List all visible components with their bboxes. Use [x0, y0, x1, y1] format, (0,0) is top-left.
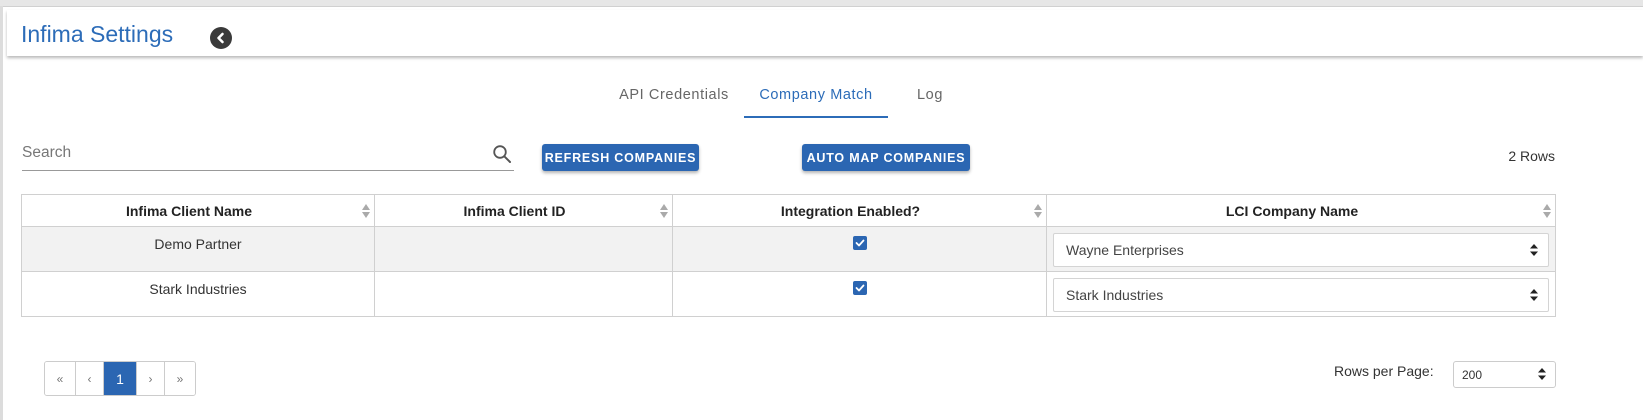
- left-border: [0, 6, 3, 420]
- tab-bar: API Credentials Company Match Log: [0, 82, 1643, 118]
- integration-enabled-cell: [672, 226, 1047, 272]
- back-icon[interactable]: [210, 27, 232, 49]
- column-header-client-name[interactable]: Infima Client Name: [21, 194, 375, 227]
- sort-icon[interactable]: [362, 204, 370, 218]
- page-header: Infima Settings: [7, 10, 1643, 56]
- column-header-label: LCI Company Name: [1225, 202, 1359, 219]
- client-name: Stark Industries: [149, 281, 247, 297]
- tab-log[interactable]: Log: [898, 82, 962, 116]
- table-header-row: Infima Client Name Infima Client ID Inte…: [21, 194, 1556, 227]
- rows-per-page-label: Rows per Page:: [1334, 363, 1434, 379]
- column-header-label: Infima Client Name: [125, 202, 253, 219]
- column-header-label: Integration Enabled?: [780, 202, 921, 219]
- integration-enabled-checkbox[interactable]: [852, 281, 867, 295]
- page-title: Infima Settings: [21, 21, 174, 47]
- lci-company-select[interactable]: Stark Industries: [1053, 278, 1549, 312]
- lci-company-select[interactable]: Wayne Enterprises: [1053, 233, 1549, 267]
- lci-company-cell: Wayne Enterprises: [1046, 226, 1556, 272]
- integration-enabled-checkbox[interactable]: [852, 236, 867, 250]
- client-id-cell: [374, 271, 673, 317]
- lci-company-selected: Stark Industries: [1066, 287, 1164, 303]
- rows-per-page-value: 200: [1462, 368, 1483, 382]
- rows-per-page-select[interactable]: 200: [1453, 361, 1556, 388]
- lci-company-cell: Stark Industries: [1046, 271, 1556, 317]
- column-header-integration-enabled[interactable]: Integration Enabled?: [672, 194, 1047, 227]
- sort-icon[interactable]: [1543, 204, 1551, 218]
- search-field: [22, 140, 514, 171]
- search-input[interactable]: [22, 140, 462, 166]
- integration-enabled-cell: [672, 271, 1047, 317]
- checkbox-checked-icon: [855, 239, 864, 247]
- lci-company-selected: Wayne Enterprises: [1066, 242, 1184, 258]
- search-icon[interactable]: [492, 144, 512, 164]
- select-caret-icon: [1530, 289, 1538, 301]
- prev-page-button[interactable]: ‹: [76, 362, 104, 395]
- column-header-label: Infima Client ID: [463, 202, 566, 219]
- tab-company-match[interactable]: Company Match: [744, 82, 888, 118]
- tab-api-credentials[interactable]: API Credentials: [604, 82, 744, 116]
- column-header-lci-company-name[interactable]: LCI Company Name: [1046, 194, 1556, 227]
- select-caret-icon: [1530, 244, 1538, 256]
- select-caret-icon: [1538, 368, 1546, 380]
- first-page-button[interactable]: «: [45, 362, 76, 395]
- pagination: « ‹ 1 › »: [44, 361, 196, 396]
- refresh-companies-button[interactable]: REFRESH COMPANIES: [542, 144, 699, 171]
- client-id-cell: [374, 226, 673, 272]
- column-header-client-id[interactable]: Infima Client ID: [374, 194, 673, 227]
- sort-icon[interactable]: [660, 204, 668, 218]
- client-name-cell: Stark Industries: [21, 271, 375, 317]
- table-row: Stark Industries Stark Industries: [21, 271, 1556, 317]
- sort-icon[interactable]: [1034, 204, 1042, 218]
- page-1-button[interactable]: 1: [104, 362, 137, 395]
- table-row: Demo Partner Wayne Enterprises: [21, 226, 1556, 272]
- checkbox-checked-icon: [855, 284, 864, 292]
- next-page-button[interactable]: ›: [137, 362, 165, 395]
- client-name: Demo Partner: [154, 236, 242, 252]
- top-border: [0, 0, 1643, 7]
- auto-map-companies-button[interactable]: AUTO MAP COMPANIES: [802, 144, 970, 171]
- rows-count: 2 Rows: [1508, 148, 1555, 164]
- company-match-table: Infima Client Name Infima Client ID Inte…: [21, 194, 1556, 317]
- client-name-cell: Demo Partner: [21, 226, 375, 272]
- last-page-button[interactable]: »: [165, 362, 195, 395]
